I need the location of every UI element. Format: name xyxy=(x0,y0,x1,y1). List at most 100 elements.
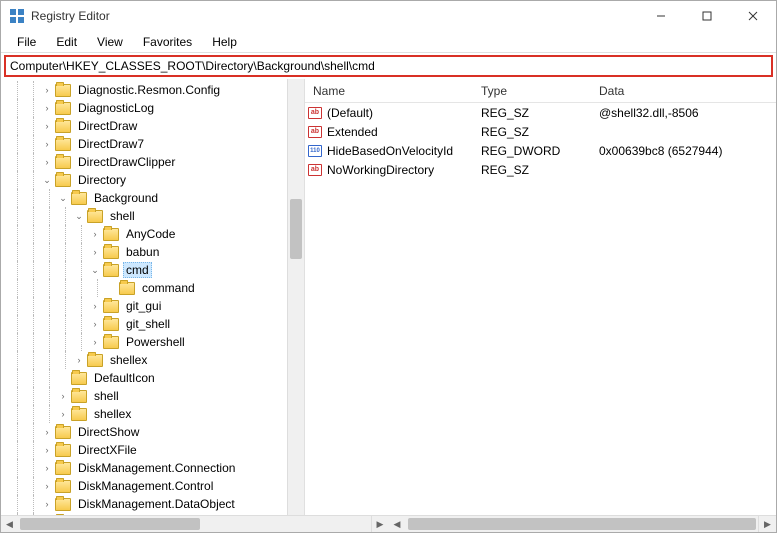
tree-item-label: shell xyxy=(91,388,122,404)
tree-item-diagnosticlog[interactable]: ›DiagnosticLog xyxy=(1,99,287,117)
column-header-type[interactable]: Type xyxy=(473,80,591,102)
folder-icon xyxy=(119,282,135,295)
folder-icon xyxy=(55,480,71,493)
chevron-right-icon[interactable]: › xyxy=(41,462,53,474)
chevron-down-icon[interactable]: ⌄ xyxy=(57,192,69,204)
chevron-right-icon[interactable]: › xyxy=(41,480,53,492)
maximize-button[interactable] xyxy=(684,1,730,31)
folder-icon xyxy=(55,426,71,439)
hscroll-left-arrow-2[interactable]: ◀ xyxy=(389,516,406,532)
reg-binary-icon: 110 xyxy=(308,145,322,157)
tree-item-label: DefaultIcon xyxy=(91,370,158,386)
chevron-right-icon[interactable]: › xyxy=(41,84,53,96)
tree-item-command[interactable]: command xyxy=(1,279,287,297)
tree-item-diskmanagement-control[interactable]: › DiskManagement.Control xyxy=(1,477,287,495)
tree-item-powershell[interactable]: ›Powershell xyxy=(1,333,287,351)
tree-scroll[interactable]: ›Diagnostic.Resmon.Config›DiagnosticLog›… xyxy=(1,79,287,515)
horizontal-scrollbars: ◀ ▶ ◀ ▶ xyxy=(1,515,776,532)
chevron-right-icon[interactable]: › xyxy=(57,390,69,402)
chevron-right-icon[interactable]: › xyxy=(57,408,69,420)
chevron-right-icon[interactable]: › xyxy=(89,300,101,312)
chevron-down-icon[interactable]: ⌄ xyxy=(73,210,85,222)
menu-favorites[interactable]: Favorites xyxy=(133,32,202,52)
value-row[interactable]: ab(Default)REG_SZ@shell32.dll,-8506 xyxy=(305,103,776,122)
hscroll-left-arrow[interactable]: ◀ xyxy=(1,516,18,532)
chevron-right-icon[interactable]: › xyxy=(41,426,53,438)
tree-item-git-shell[interactable]: ›git_shell xyxy=(1,315,287,333)
scrollbar-thumb[interactable] xyxy=(408,518,757,530)
value-row[interactable]: abExtendedREG_SZ xyxy=(305,122,776,141)
tree-item-shellex[interactable]: › shellex xyxy=(1,351,287,369)
scrollbar-thumb[interactable] xyxy=(20,518,200,530)
scrollbar-thumb[interactable] xyxy=(290,199,302,259)
tree-item-label: AnyCode xyxy=(123,226,178,242)
tree-item-label: shellex xyxy=(91,406,134,422)
tree-item-directxfile[interactable]: ›DirectXFile xyxy=(1,441,287,459)
tree-item-diskmanagement-dataobject[interactable]: › DiskManagement.DataObject xyxy=(1,495,287,513)
list-header: Name Type Data xyxy=(305,79,776,103)
tree-horizontal-scrollbar[interactable] xyxy=(18,516,372,532)
chevron-right-icon[interactable]: › xyxy=(73,354,85,366)
chevron-down-icon[interactable]: ⌄ xyxy=(89,264,101,276)
folder-icon xyxy=(55,174,71,187)
folder-icon xyxy=(103,246,119,259)
list-horizontal-scrollbar[interactable] xyxy=(406,516,760,532)
menu-edit[interactable]: Edit xyxy=(46,32,87,52)
tree-item-label: shellex xyxy=(107,352,150,368)
value-row[interactable]: 110HideBasedOnVelocityIdREG_DWORD0x00639… xyxy=(305,141,776,160)
chevron-right-icon[interactable]: › xyxy=(89,228,101,240)
tree-item-cmd[interactable]: ⌄cmd xyxy=(1,261,287,279)
tree-item-shell[interactable]: ⌄shell xyxy=(1,207,287,225)
minimize-button[interactable] xyxy=(638,1,684,31)
chevron-down-icon[interactable]: ⌄ xyxy=(41,174,53,186)
hscroll-right-arrow-2[interactable]: ▶ xyxy=(759,516,776,532)
close-button[interactable] xyxy=(730,1,776,31)
folder-icon xyxy=(55,444,71,457)
tree-item-directdraw7[interactable]: ›DirectDraw7 xyxy=(1,135,287,153)
chevron-right-icon[interactable]: › xyxy=(41,138,53,150)
tree-item-label: DiskManagement.Control xyxy=(75,478,216,494)
tree-vertical-scrollbar[interactable] xyxy=(287,79,304,515)
list-body[interactable]: ab(Default)REG_SZ@shell32.dll,-8506abExt… xyxy=(305,103,776,515)
address-input[interactable] xyxy=(10,59,767,73)
tree-item-shell[interactable]: › shell xyxy=(1,387,287,405)
title-bar: Registry Editor xyxy=(1,1,776,31)
menu-file[interactable]: File xyxy=(7,32,46,52)
chevron-right-icon[interactable]: › xyxy=(89,318,101,330)
column-header-data[interactable]: Data xyxy=(591,80,776,102)
chevron-right-icon[interactable]: › xyxy=(41,498,53,510)
app-icon xyxy=(9,8,25,24)
value-row[interactable]: abNoWorkingDirectoryREG_SZ xyxy=(305,160,776,179)
tree-item-git-gui[interactable]: ›git_gui xyxy=(1,297,287,315)
value-type: REG_SZ xyxy=(473,125,591,139)
chevron-right-icon[interactable]: › xyxy=(41,156,53,168)
tree-item-label: Diagnostic.Resmon.Config xyxy=(75,82,223,98)
chevron-right-icon[interactable]: › xyxy=(89,336,101,348)
tree-item-directdraw[interactable]: ›DirectDraw xyxy=(1,117,287,135)
tree-item-background[interactable]: ⌄Background xyxy=(1,189,287,207)
tree-item-anycode[interactable]: › AnyCode xyxy=(1,225,287,243)
folder-icon xyxy=(71,192,87,205)
chevron-right-icon[interactable]: › xyxy=(89,246,101,258)
tree-item-directdrawclipper[interactable]: ›DirectDrawClipper xyxy=(1,153,287,171)
tree-item-diagnostic-resmon-config[interactable]: › Diagnostic.Resmon.Config xyxy=(1,81,287,99)
chevron-right-icon[interactable]: › xyxy=(41,444,53,456)
tree-item-directory[interactable]: ⌄Directory xyxy=(1,171,287,189)
column-header-name[interactable]: Name xyxy=(305,80,473,102)
menu-view[interactable]: View xyxy=(87,32,133,52)
folder-icon xyxy=(55,120,71,133)
folder-icon xyxy=(87,354,103,367)
chevron-right-icon[interactable]: › xyxy=(41,120,53,132)
tree-item-label: DiskManagement.DataObject xyxy=(75,496,238,512)
tree-item-shellex[interactable]: › shellex xyxy=(1,405,287,423)
tree-item-diskmanagement-snapin[interactable]: ›DiskManagement.SnapIn xyxy=(1,513,287,515)
tree-item-defaulticon[interactable]: DefaultIcon xyxy=(1,369,287,387)
folder-icon xyxy=(71,372,87,385)
tree-item-diskmanagement-connection[interactable]: ›DiskManagement.Connection xyxy=(1,459,287,477)
menu-help[interactable]: Help xyxy=(202,32,247,52)
folder-icon xyxy=(55,84,71,97)
chevron-right-icon[interactable]: › xyxy=(41,102,53,114)
tree-item-babun[interactable]: ›babun xyxy=(1,243,287,261)
hscroll-right-arrow[interactable]: ▶ xyxy=(372,516,389,532)
tree-item-directshow[interactable]: ›DirectShow xyxy=(1,423,287,441)
